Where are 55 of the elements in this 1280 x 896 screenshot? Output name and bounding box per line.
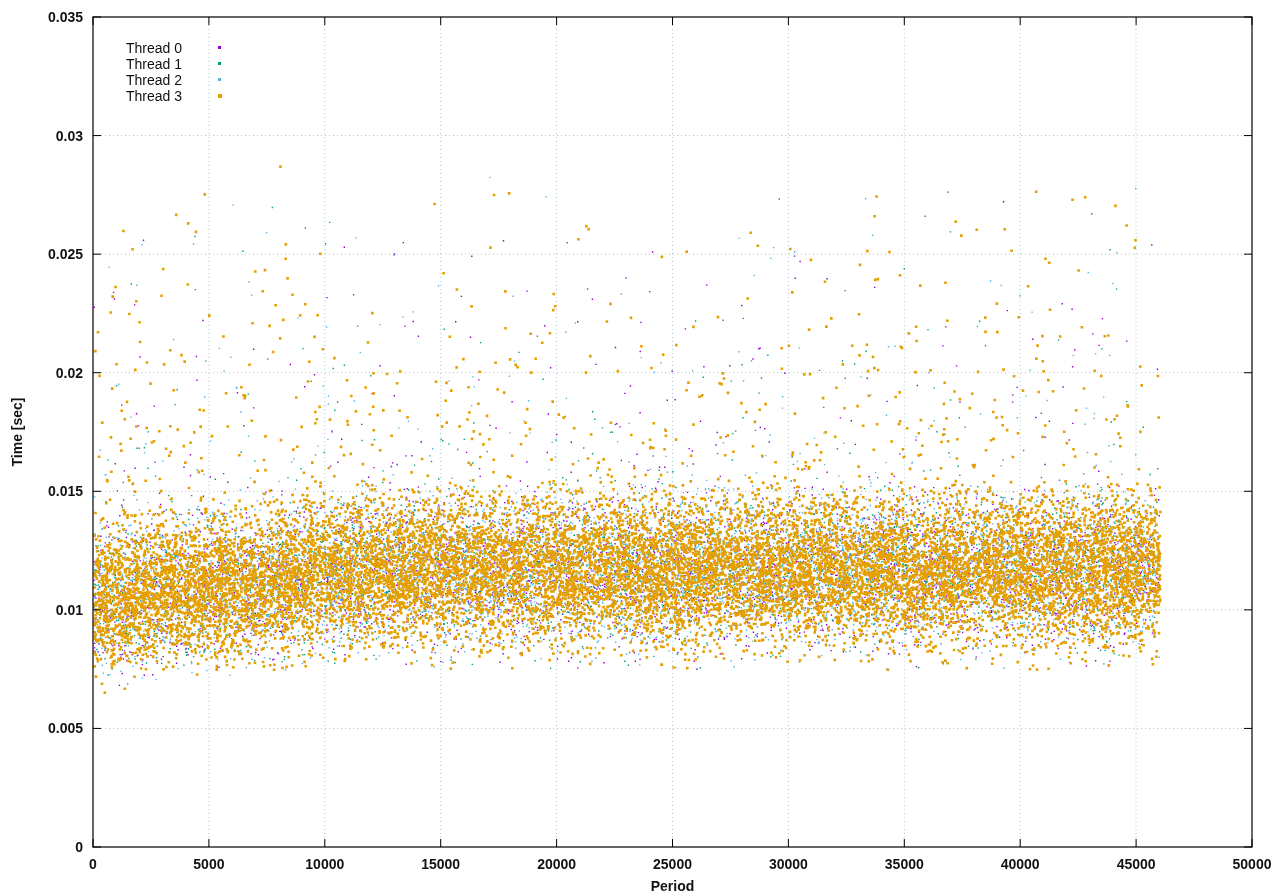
y-tick-label: 0.015 [47,483,83,500]
x-tick-label: 45000 [1116,856,1156,872]
tick-mark [92,490,102,492]
x-tick-label: 30000 [768,856,808,872]
tick-mark [1019,838,1021,848]
tick-mark [92,372,102,374]
tick-mark [903,838,905,848]
tick-mark [556,838,558,848]
tick-mark [1135,16,1137,26]
legend-label: Thread 1 [126,56,183,72]
tick-mark [92,253,102,255]
y-tick-label: 0.025 [47,246,83,263]
y-axis-title: Time [sec] [9,397,25,467]
legend-label: Thread 3 [126,88,183,104]
tick-mark [1243,490,1253,492]
legend-label: Thread 0 [126,40,183,56]
tick-mark [208,16,210,26]
tick-mark [324,838,326,848]
tick-mark [787,16,789,26]
tick-mark [1243,135,1253,137]
y-tick-label: 0.035 [47,9,83,25]
x-tick-label: 20000 [537,856,577,872]
tick-mark [903,16,905,26]
tick-mark [92,609,102,611]
tick-mark [1243,253,1253,255]
tick-mark [1243,372,1253,374]
y-tick-label: 0.01 [55,601,83,618]
tick-mark [1243,727,1253,729]
y-tick-label: 0.005 [47,720,83,737]
x-tick-label: 40000 [1000,856,1040,872]
x-tick-label: 35000 [884,856,924,872]
y-tick-label: 0.02 [55,364,83,381]
x-tick-label: 10000 [305,856,345,872]
x-tick-label: 50000 [1232,856,1272,872]
legend-label: Thread 2 [126,72,183,88]
y-tick-label: 0.03 [55,127,83,144]
tick-mark [92,135,102,137]
tick-mark [1243,609,1253,611]
tick-mark [672,16,673,26]
tick-mark [208,838,210,848]
x-tick-label: 15000 [421,856,461,872]
x-tick-label: 5000 [193,856,225,872]
tick-mark [672,838,673,848]
x-tick-label: 25000 [653,856,692,872]
y-tick-label: 0 [75,839,83,855]
tick-mark [440,838,442,848]
x-axis-title: Period [650,878,695,894]
tick-mark [787,838,789,848]
tick-mark [92,727,102,729]
tick-mark [324,16,326,26]
tick-mark [1019,16,1021,26]
x-tick-label: 0 [89,856,97,872]
tick-mark [440,16,442,26]
tick-mark [1135,838,1137,848]
tick-mark [556,16,558,26]
